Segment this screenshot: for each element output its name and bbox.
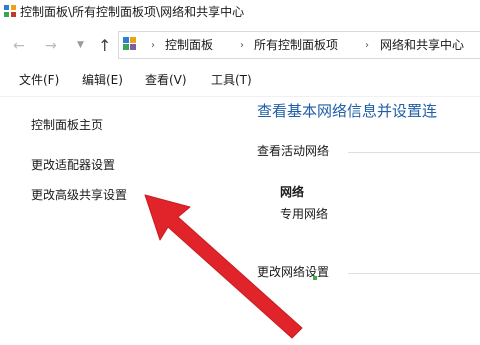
arrow-right-icon: →: [45, 38, 57, 54]
arrow-up-icon: ↑: [98, 36, 112, 55]
menu-edit[interactable]: 编辑(E): [82, 72, 123, 88]
breadcrumb-control-panel[interactable]: 控制面板: [165, 37, 213, 53]
breadcrumb-separator[interactable]: ›: [365, 38, 369, 54]
sidebar-item-change-advanced-sharing[interactable]: 更改高级共享设置: [31, 187, 127, 203]
divider: [0, 96, 480, 97]
menu-tools[interactable]: 工具(T): [211, 72, 252, 88]
breadcrumb-network-center[interactable]: 网络和共享中心: [380, 37, 464, 53]
sidebar-item-change-adapter-settings[interactable]: 更改适配器设置: [31, 157, 115, 173]
window-title: 控制面板\所有控制面板项\网络和共享中心: [20, 5, 245, 19]
section-rule: [348, 273, 480, 274]
back-button[interactable]: ←: [13, 38, 25, 54]
forward-button[interactable]: →: [45, 38, 57, 54]
menu-file[interactable]: 文件(F): [19, 72, 59, 88]
sidebar-item-control-panel-home[interactable]: 控制面板主页: [31, 117, 103, 133]
control-panel-icon: [123, 37, 136, 50]
page-title: 查看基本网络信息并设置连: [257, 102, 438, 120]
breadcrumb-separator[interactable]: ›: [240, 38, 244, 54]
up-button[interactable]: ↑: [98, 36, 111, 55]
recent-locations-button[interactable]: ▼: [77, 40, 84, 50]
chevron-down-icon: ▼: [77, 40, 84, 50]
breadcrumb-separator[interactable]: ›: [151, 38, 155, 54]
menu-view[interactable]: 查看(V): [145, 72, 187, 88]
control-panel-icon: [4, 5, 16, 17]
red-pointer-arrow: [144, 194, 303, 339]
section-rule: [348, 152, 480, 153]
arrow-left-icon: ←: [13, 38, 25, 54]
breadcrumb-all-items[interactable]: 所有控制面板项: [254, 37, 338, 53]
section-active-networks: 查看活动网络: [257, 144, 330, 158]
status-dot: [313, 276, 317, 280]
